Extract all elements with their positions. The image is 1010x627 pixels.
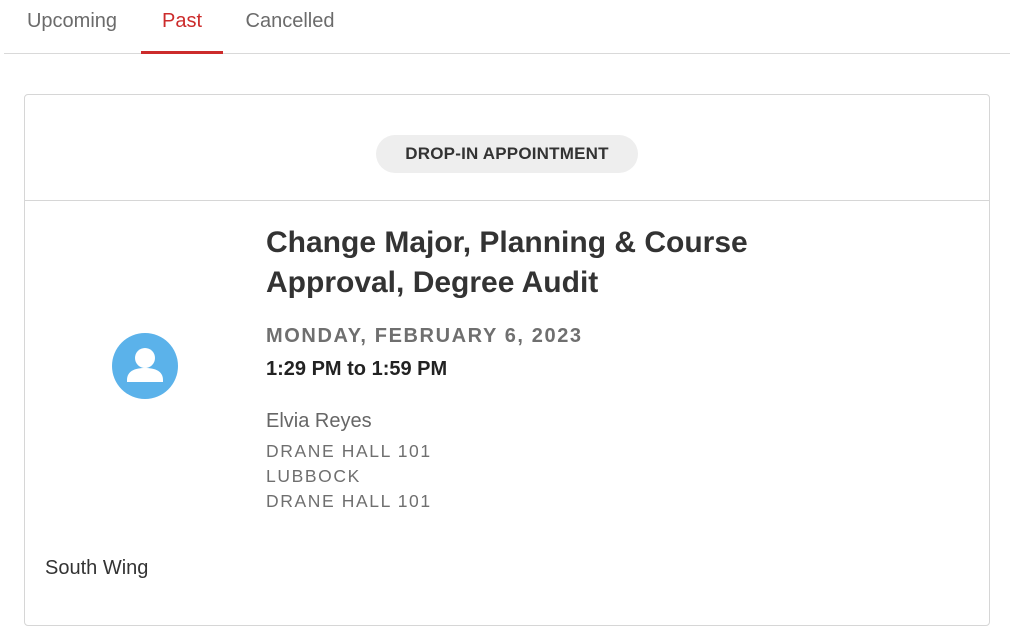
user-icon bbox=[112, 333, 178, 399]
location-line: LUBBOCK bbox=[266, 466, 361, 486]
appointment-date: MONDAY, FEBRUARY 6, 2023 bbox=[266, 325, 583, 347]
location-note: South Wing bbox=[45, 557, 149, 579]
tab-past[interactable]: Past bbox=[141, 0, 223, 54]
tab-cancelled[interactable]: Cancelled bbox=[223, 0, 357, 53]
appointment-card: DROP-IN APPOINTMENT Change Major, Planni… bbox=[24, 94, 990, 626]
appointment-card-header: DROP-IN APPOINTMENT bbox=[25, 95, 989, 201]
tab-upcoming[interactable]: Upcoming bbox=[4, 0, 140, 53]
location-line: DRANE HALL 101 bbox=[266, 441, 432, 461]
appointment-tabs: Upcoming Past Cancelled bbox=[4, 0, 1010, 54]
location-line: DRANE HALL 101 bbox=[266, 491, 432, 511]
advisor-name: Elvia Reyes bbox=[266, 410, 372, 432]
appointment-time: 1:29 PM to 1:59 PM bbox=[266, 358, 448, 380]
appointment-type-badge: DROP-IN APPOINTMENT bbox=[376, 135, 638, 173]
appointment-title: Change Major, Planning & Course Approval… bbox=[266, 226, 748, 299]
